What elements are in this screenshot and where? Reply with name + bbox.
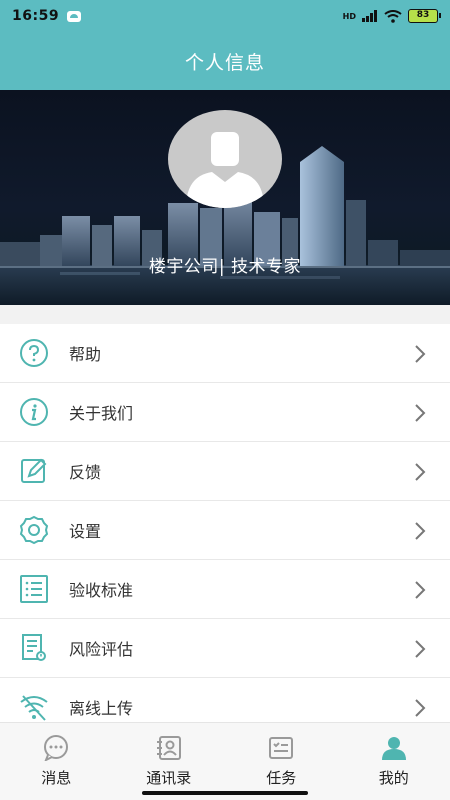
tab-label: 任务 [266,769,297,787]
header: 个人信息 [0,32,450,90]
tab-messages[interactable]: 消息 [0,723,113,800]
message-icon [44,735,69,761]
default-user-icon [186,132,264,208]
menu-item-settings[interactable]: 设置 [0,501,450,560]
feedback-icon [18,455,50,487]
menu-item-label: 设置 [69,522,102,541]
wifi-status-icon [384,9,402,23]
chevron-right-icon [415,581,426,599]
document-icon [18,632,50,664]
page-title: 个人信息 [184,51,265,74]
status-time: 16:59 [12,8,60,24]
avatar[interactable] [168,110,282,208]
menu-item-label: 帮助 [69,345,102,364]
settings-menu: 帮助 关于我们 反馈 设置 验收标准 风险评估 离线上传 [0,324,450,737]
menu-item-help[interactable]: 帮助 [0,324,450,383]
menu-item-about[interactable]: 关于我们 [0,383,450,442]
chevron-right-icon [415,404,426,422]
signal-icon [362,10,377,22]
tab-label: 我的 [378,769,409,787]
menu-item-feedback[interactable]: 反馈 [0,442,450,501]
chevron-right-icon [415,345,426,363]
profile-banner: 楼宇公司| 技术专家 [0,90,450,305]
tab-label: 消息 [41,769,72,787]
menu-item-label: 关于我们 [69,404,134,423]
status-indicators: HD 83 [342,9,441,23]
network-type-label: HD [342,11,356,21]
tab-label: 通讯录 [146,769,192,787]
profile-icon [381,737,406,760]
tab-profile[interactable]: 我的 [338,723,450,800]
bottom-tab-bar: 消息 通讯录 任务 我的 [0,722,450,800]
list-icon [18,573,50,605]
menu-item-acceptance-standards[interactable]: 验收标准 [0,560,450,619]
menu-item-risk-assessment[interactable]: 风险评估 [0,619,450,678]
menu-item-label: 离线上传 [69,699,134,718]
status-bar: 16:59 HD 83 [0,0,450,32]
task-icon [269,737,294,759]
menu-item-label: 验收标准 [69,581,134,600]
chevron-right-icon [415,699,426,717]
wifi-icon [18,691,50,723]
info-icon [18,396,50,428]
help-icon [18,337,50,369]
tab-contacts[interactable]: 通讯录 [113,723,226,800]
profile-name: 楼宇公司| 技术专家 [148,257,302,277]
home-indicator[interactable] [142,791,308,795]
menu-item-label: 风险评估 [69,640,134,659]
chevron-right-icon [415,522,426,540]
chevron-right-icon [415,640,426,658]
tab-tasks[interactable]: 任务 [225,723,338,800]
settings-icon [18,514,50,546]
app-notification-icon [67,10,82,22]
menu-item-label: 反馈 [69,463,102,482]
battery-icon: 83 [408,9,441,23]
contacts-icon [156,736,181,760]
chevron-right-icon [415,463,426,481]
